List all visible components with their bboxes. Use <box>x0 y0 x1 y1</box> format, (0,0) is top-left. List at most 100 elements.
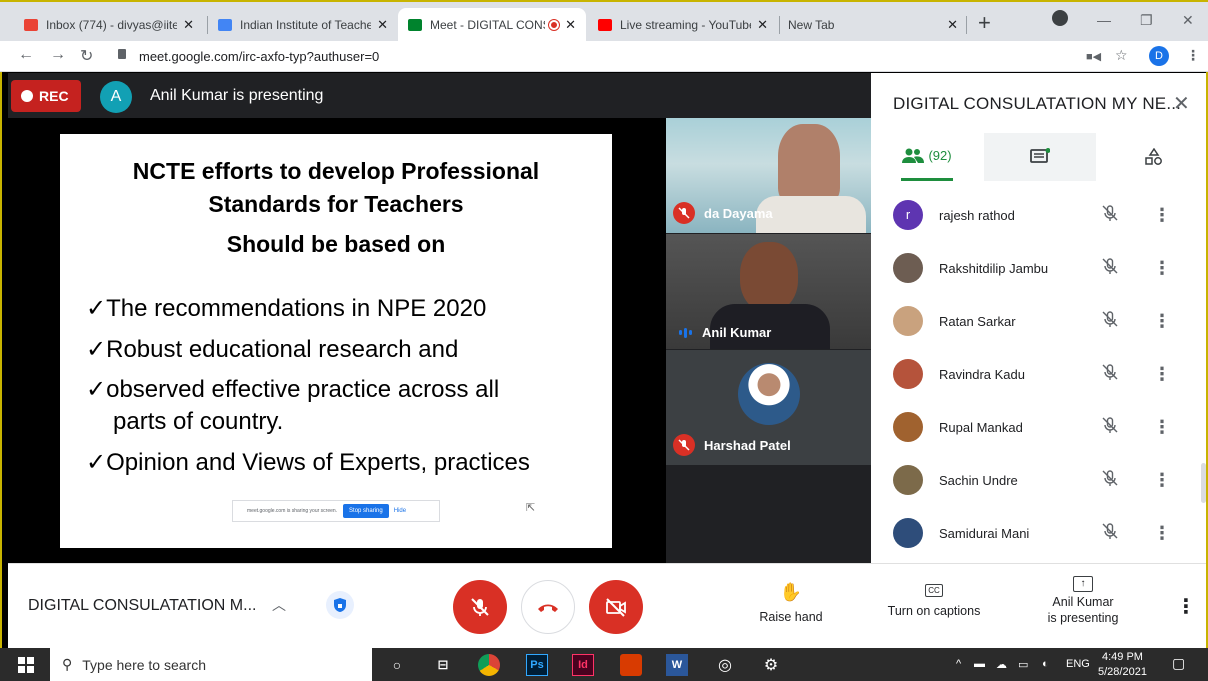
mic-toggle-button[interactable] <box>453 580 507 634</box>
stop-sharing-button[interactable]: Stop sharing <box>343 504 389 518</box>
more-options-icon[interactable]: ⋮ <box>1176 594 1196 619</box>
tab-youtube[interactable]: Live streaming - YouTube ✕ <box>588 8 778 41</box>
taskbar: ⚲ Type here to search ○ ⊟ Ps Id W ◎ ⚙ ^ … <box>0 648 1208 681</box>
camera-off-icon <box>606 598 626 617</box>
mic-off-icon <box>1101 469 1119 492</box>
presenting-label: Anil Kumar <box>1052 595 1114 609</box>
onedrive-icon[interactable]: ☁ <box>996 658 1007 671</box>
presenting-button[interactable]: ↑ Anil Kumar is presenting <box>1038 575 1128 626</box>
participant-tile[interactable]: Anil Kumar <box>666 234 871 349</box>
media-icon[interactable]: ◎ <box>714 654 736 676</box>
word-icon[interactable]: W <box>666 654 688 676</box>
avatar <box>893 253 923 283</box>
settings-gear-icon[interactable]: ⚙ <box>760 654 782 676</box>
more-options-icon[interactable]: ⋮ <box>1153 470 1171 491</box>
taskbar-search[interactable]: ⚲ Type here to search <box>50 648 372 681</box>
raise-hand-label: Raise hand <box>759 610 823 624</box>
chat-icon <box>1030 148 1050 163</box>
tab-meet[interactable]: Meet - DIGITAL CONS ✕ <box>398 8 586 41</box>
presenter-avatar: A <box>100 81 132 113</box>
leave-call-button[interactable] <box>521 580 575 634</box>
participant-tile[interactable]: da Dayama <box>666 118 871 233</box>
close-panel-icon[interactable]: ✕ <box>1173 91 1190 116</box>
notifications-icon[interactable]: ▢ <box>1172 655 1185 672</box>
cortana-icon[interactable]: ○ <box>386 654 408 676</box>
maximize-button[interactable]: ❐ <box>1140 12 1153 29</box>
browser-menu-icon[interactable]: ⋮ <box>1186 47 1200 64</box>
new-tab-button[interactable]: + <box>978 10 991 36</box>
profile-menu-icon[interactable] <box>1052 10 1068 26</box>
tab-people[interactable]: (92) <box>901 133 953 181</box>
tab-new[interactable]: New Tab ✕ <box>778 8 968 41</box>
scrollbar[interactable] <box>1201 463 1206 503</box>
close-tab-icon[interactable]: ✕ <box>565 17 576 33</box>
more-options-icon[interactable]: ⋮ <box>1153 523 1171 544</box>
hide-notice-button[interactable]: Hide <box>394 508 406 514</box>
more-options-icon[interactable]: ⋮ <box>1153 205 1171 226</box>
volume-icon[interactable]: ◐ <box>1042 658 1049 670</box>
close-tab-icon[interactable]: ✕ <box>947 17 958 33</box>
profile-avatar[interactable]: D <box>1149 46 1169 66</box>
meeting-title[interactable]: DIGITAL CONSULATATION M... <box>28 597 256 615</box>
list-item[interactable]: Ratan Sarkar ⋮ <box>871 295 1206 347</box>
tray-chevron-icon[interactable]: ^ <box>956 658 961 670</box>
list-item[interactable]: Ravindra Kadu ⋮ <box>871 348 1206 400</box>
tab-institute[interactable]: Indian Institute of Teacher ✕ <box>208 8 398 41</box>
windows-start-icon[interactable] <box>18 657 34 673</box>
rec-label: REC <box>39 88 69 104</box>
avatar <box>893 465 923 495</box>
list-item[interactable]: r rajesh rathod ⋮ <box>871 189 1206 241</box>
task-view-icon[interactable]: ⊟ <box>432 654 454 676</box>
url-field[interactable]: meet.google.com/irc-axfo-typ?authuser=0 <box>139 49 379 64</box>
tab-gmail[interactable]: Inbox (774) - divyas@iite.a ✕ <box>14 8 204 41</box>
tile-name-row: da Dayama <box>673 202 773 224</box>
minimize-button[interactable]: — <box>1097 12 1111 28</box>
tab-activities[interactable] <box>1126 133 1182 181</box>
close-tab-icon[interactable]: ✕ <box>757 17 768 33</box>
list-item[interactable]: Samidurai Mani ⋮ <box>871 507 1206 559</box>
participant-video <box>740 242 798 312</box>
bookmark-star-icon[interactable]: ☆ <box>1115 47 1128 64</box>
language-indicator[interactable]: ENG <box>1066 658 1090 670</box>
mic-off-icon <box>1101 363 1119 386</box>
people-panel: DIGITAL CONSULATATION MY NE... ✕ (92) r … <box>871 73 1206 563</box>
slide-bullet: ✓observed effective practice across all <box>86 376 500 403</box>
chevron-up-icon[interactable]: ︿ <box>272 595 286 615</box>
tab-strip: Inbox (774) - divyas@iite.a ✕ Indian Ins… <box>0 0 1208 41</box>
forward-icon[interactable]: → <box>50 46 66 64</box>
camera-toggle-button[interactable] <box>589 580 643 634</box>
clock-date: 5/28/2021 <box>1098 666 1147 678</box>
camera-icon[interactable]: ■◀ <box>1086 50 1101 63</box>
close-tab-icon[interactable]: ✕ <box>183 17 194 33</box>
list-item[interactable]: Rakshitdilip Jambu ⋮ <box>871 242 1206 294</box>
tab-chat[interactable] <box>984 133 1096 181</box>
recording-indicator-icon <box>549 19 560 30</box>
close-window-button[interactable]: ✕ <box>1182 12 1194 29</box>
slide-title: Should be based on <box>226 231 446 257</box>
battery-icon[interactable]: ▬ <box>974 658 985 670</box>
list-item[interactable]: Sachin Undre ⋮ <box>871 454 1206 506</box>
participant-name: Ratan Sarkar <box>939 313 1016 329</box>
captions-button[interactable]: CC Turn on captions <box>882 582 986 619</box>
raise-hand-button[interactable]: ✋ Raise hand <box>756 582 826 625</box>
list-item[interactable]: Rupal Mankad ⋮ <box>871 401 1206 453</box>
presentation-slide: NCTE efforts to develop Professional Sta… <box>60 134 612 548</box>
office-icon[interactable] <box>620 654 642 676</box>
close-tab-icon[interactable]: ✕ <box>377 17 388 33</box>
more-options-icon[interactable]: ⋮ <box>1153 364 1171 385</box>
reload-icon[interactable]: ↻ <box>80 46 93 66</box>
more-options-icon[interactable]: ⋮ <box>1153 311 1171 332</box>
indesign-icon[interactable]: Id <box>572 654 594 676</box>
avatar: r <box>893 200 923 230</box>
more-options-icon[interactable]: ⋮ <box>1153 417 1171 438</box>
security-shield-icon[interactable] <box>326 591 354 619</box>
system-clock[interactable]: 4:49 PM 5/28/2021 <box>1098 650 1147 680</box>
network-icon[interactable]: ▭ <box>1018 658 1028 671</box>
back-icon[interactable]: ← <box>18 46 34 64</box>
tab-title: Live streaming - YouTube <box>620 17 752 32</box>
participant-tile[interactable]: Harshad Patel <box>666 350 871 465</box>
photoshop-icon[interactable]: Ps <box>526 654 548 676</box>
hand-icon: ✋ <box>779 582 803 602</box>
more-options-icon[interactable]: ⋮ <box>1153 258 1171 279</box>
chrome-icon[interactable] <box>478 654 500 676</box>
